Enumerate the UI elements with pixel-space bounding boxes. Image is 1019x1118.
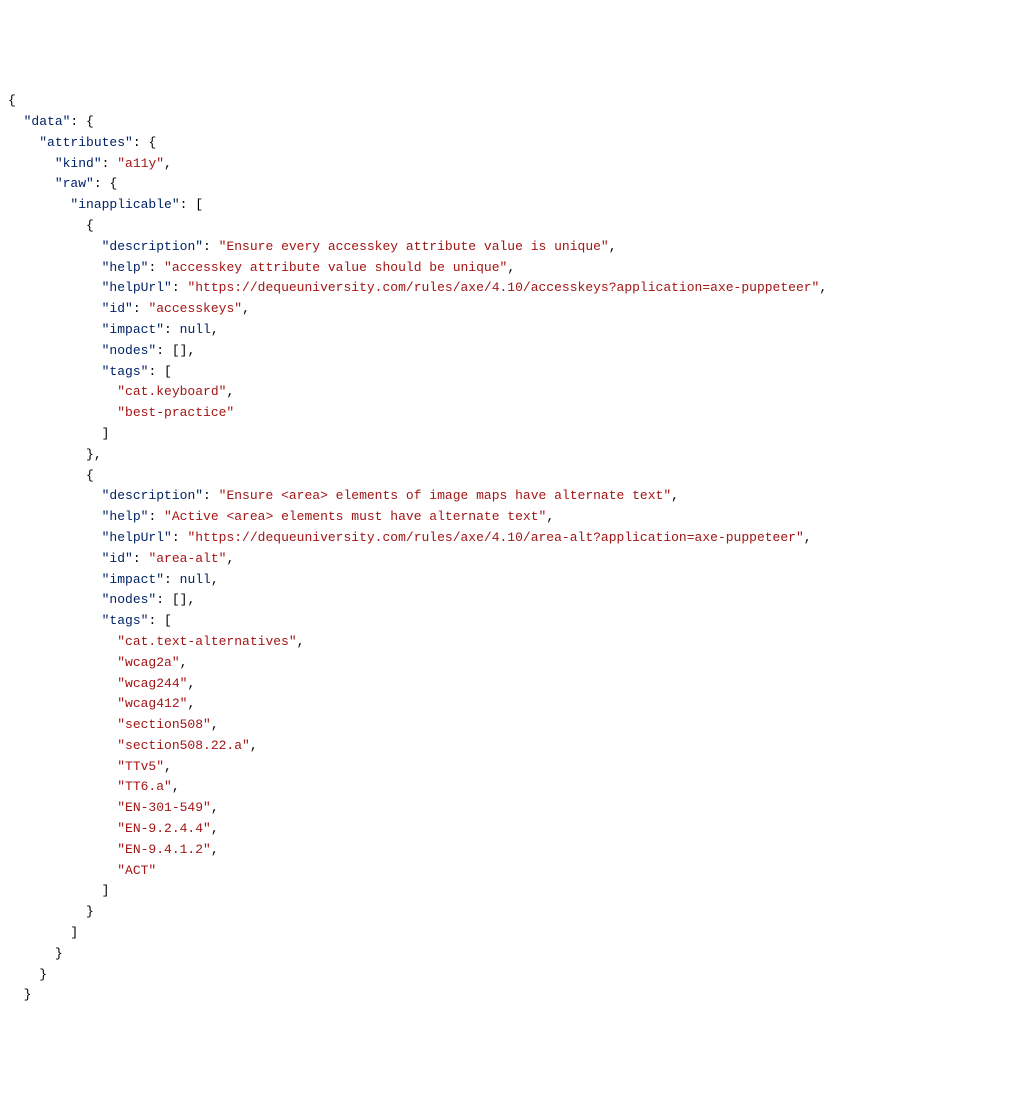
json-viewer: { "data": { "attributes": { "kind": "a11… (8, 91, 1011, 1006)
